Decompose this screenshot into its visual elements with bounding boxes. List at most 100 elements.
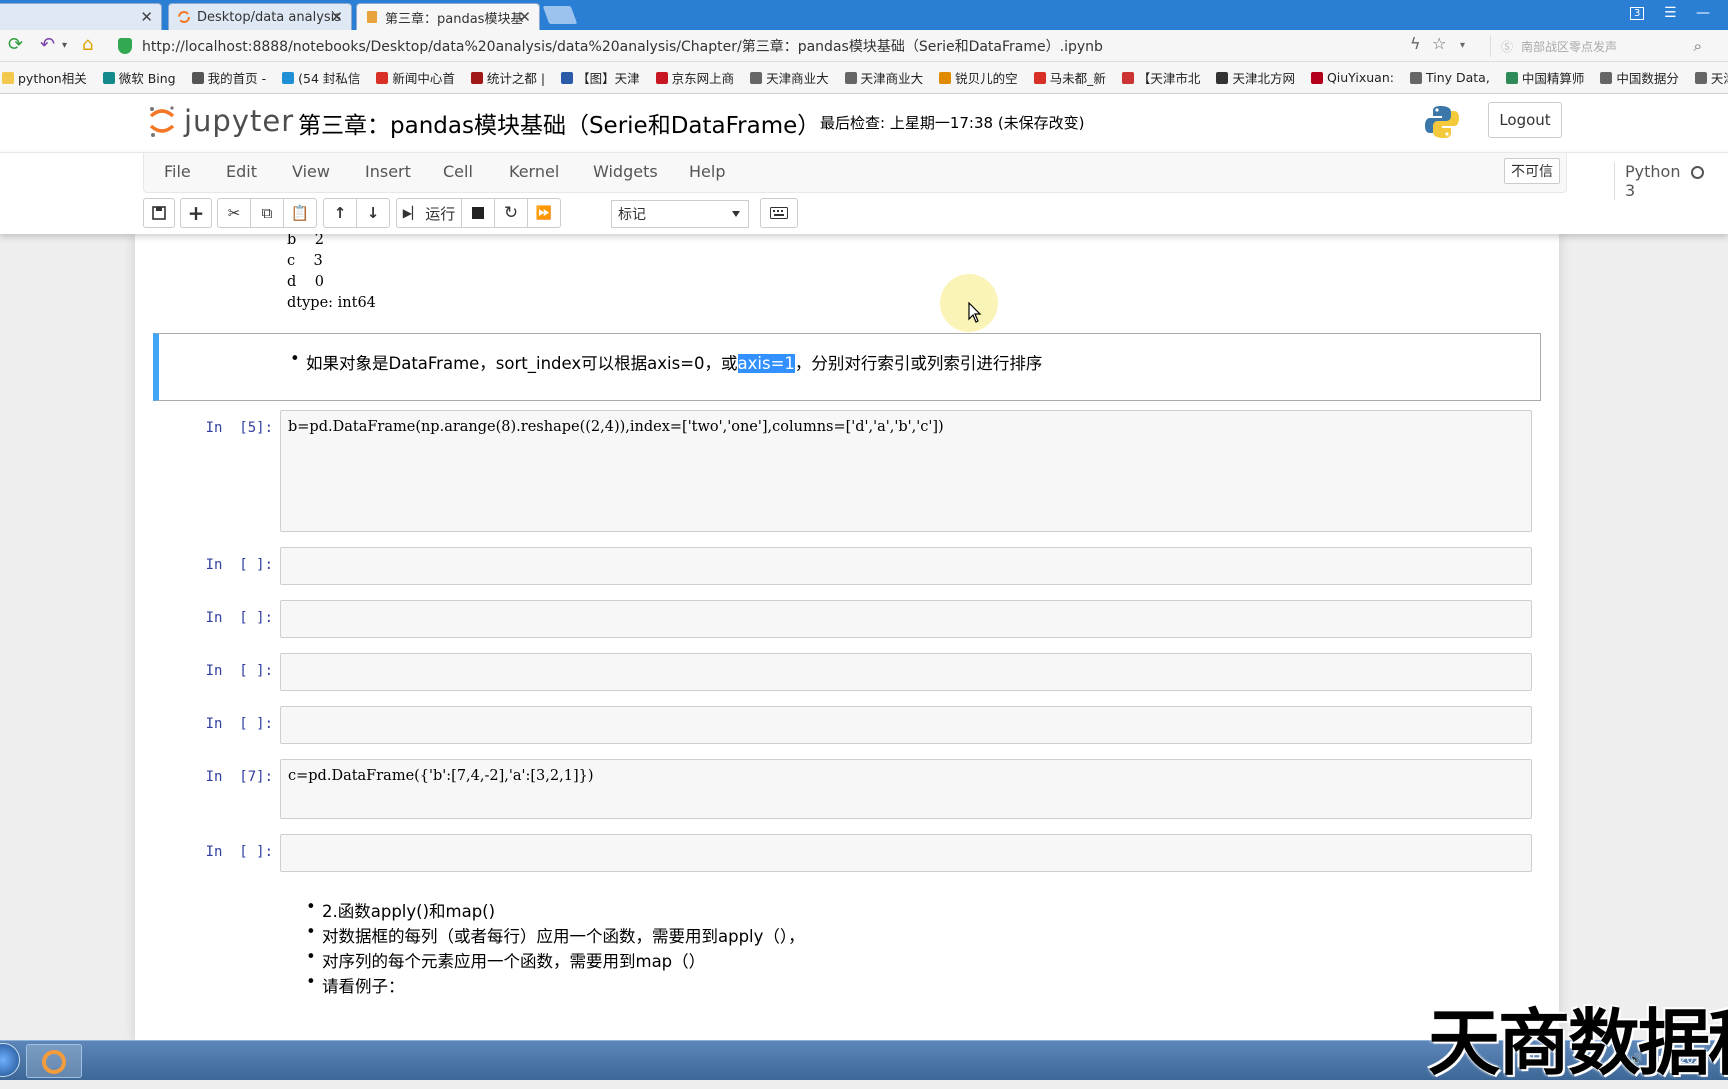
close-icon[interactable]: ✕ bbox=[140, 8, 153, 26]
menu-help[interactable]: Help bbox=[689, 162, 725, 181]
cut-button[interactable]: ✂ bbox=[217, 198, 251, 228]
bookmark-favicon-icon bbox=[1694, 71, 1707, 84]
menu-widgets[interactable]: Widgets bbox=[593, 162, 658, 181]
menu-cell[interactable]: Cell bbox=[443, 162, 473, 181]
home-icon[interactable]: ⌂ bbox=[82, 34, 93, 55]
back-icon[interactable]: ↶ bbox=[40, 34, 55, 55]
bookmark-item[interactable]: 天津市房 bbox=[1694, 68, 1728, 87]
notebook-site[interactable]: b 2 c 3 d 0 dtype: int64 如果对象是DataFrame，… bbox=[0, 234, 1728, 1040]
bookmark-item[interactable]: 微软 Bing bbox=[102, 68, 176, 87]
copy-button[interactable]: ⧉ bbox=[250, 198, 284, 228]
notebook-container: b 2 c 3 d 0 dtype: int64 如果对象是DataFrame，… bbox=[135, 234, 1559, 1040]
code-editor[interactable] bbox=[280, 600, 1532, 638]
tab-label: 第三章：pandas模块基 bbox=[385, 11, 524, 27]
close-icon[interactable]: ✕ bbox=[518, 8, 531, 26]
bookmark-item[interactable]: 中国精算师 bbox=[1505, 68, 1584, 87]
markdown-list-item: 2.函数apply()和map() bbox=[306, 897, 495, 922]
bookmark-favicon-icon bbox=[1216, 71, 1229, 84]
start-button[interactable] bbox=[0, 1043, 20, 1077]
bookmark-item[interactable]: 天津北方网 bbox=[1216, 68, 1295, 87]
bookmark-favicon-icon bbox=[2, 71, 14, 84]
cell-type-select[interactable]: 标记 bbox=[611, 200, 749, 228]
taskbar-browser-button[interactable] bbox=[26, 1044, 82, 1078]
bookmark-item[interactable]: 京东网上商 bbox=[655, 68, 734, 87]
notebook-title[interactable]: 第三章：pandas模块基础（Serie和DataFrame） bbox=[298, 106, 820, 140]
chevron-down-icon[interactable]: ▾ bbox=[1460, 40, 1465, 51]
browser-tab-previous[interactable]: ✕ bbox=[0, 3, 162, 30]
bookmark-label: 马未都_新 bbox=[1049, 71, 1106, 86]
code-editor[interactable] bbox=[280, 653, 1532, 691]
bookmark-item[interactable]: python相关 bbox=[2, 68, 87, 87]
refresh-icon[interactable]: ⟳ bbox=[8, 34, 23, 55]
menu-edit[interactable]: Edit bbox=[226, 162, 257, 181]
star-icon[interactable]: ☆ bbox=[1432, 34, 1446, 53]
bookmark-label: 【天津市北 bbox=[1137, 71, 1201, 86]
search-field[interactable]: Ⓢ 南部战区零点发声 ⌕ bbox=[1490, 35, 1710, 57]
code-editor[interactable] bbox=[280, 706, 1532, 744]
paste-button[interactable]: 📋 bbox=[283, 198, 317, 228]
code-editor[interactable] bbox=[280, 547, 1532, 585]
code-editor[interactable] bbox=[280, 834, 1532, 872]
bookmark-label: 我的首页 - bbox=[207, 71, 267, 86]
bookmark-item[interactable]: 【天津市北 bbox=[1121, 68, 1201, 87]
browser-tab-bar: ✕ Desktop/data analysis ✕ 第三章：pandas模块基 … bbox=[0, 0, 1728, 30]
bookmark-item[interactable]: 马未都_新 bbox=[1033, 68, 1106, 87]
move-up-button[interactable]: ↑ bbox=[323, 198, 357, 228]
browser-tab-desktop[interactable]: Desktop/data analysis ✕ bbox=[168, 3, 352, 30]
code-text: b=pd.DataFrame(np.arange(8).reshape((2,4… bbox=[288, 419, 944, 435]
code-editor[interactable]: c=pd.DataFrame({'b':[7,4,-2],'a':[3,2,1]… bbox=[280, 759, 1532, 819]
restart-button[interactable]: ↻ bbox=[494, 198, 528, 228]
bookmark-item[interactable]: 新闻中心首 bbox=[376, 68, 455, 87]
jupyter-logo[interactable]: jupyter bbox=[148, 104, 294, 138]
close-icon[interactable]: ✕ bbox=[330, 8, 343, 26]
bookmark-favicon-icon bbox=[191, 71, 204, 84]
menu-icon[interactable]: ☰ bbox=[1664, 5, 1677, 21]
interrupt-button[interactable] bbox=[461, 198, 495, 228]
bookmarks-bar: python相关 微软 Bing 我的首页 - (54 封私信 新闻中心首 统计之都 | 【… bbox=[0, 62, 1728, 94]
selected-text: axis=1 bbox=[737, 354, 795, 373]
bookmark-item[interactable]: 锐贝儿的空 bbox=[939, 68, 1018, 87]
restart-run-all-button[interactable]: ⏩ bbox=[527, 198, 561, 228]
bookmark-item[interactable]: 统计之都 | bbox=[470, 68, 545, 87]
menu-view[interactable]: View bbox=[292, 162, 330, 181]
move-down-button[interactable]: ↓ bbox=[356, 198, 390, 228]
trust-indicator[interactable]: 不可信 bbox=[1504, 158, 1560, 184]
bookmark-favicon-icon bbox=[1505, 71, 1518, 84]
save-button[interactable] bbox=[143, 198, 175, 228]
menu-file[interactable]: File bbox=[164, 162, 191, 181]
search-icon[interactable]: ⌕ bbox=[1694, 37, 1702, 55]
menu-insert[interactable]: Insert bbox=[365, 162, 411, 181]
bookmark-item[interactable]: 天津商业大 bbox=[844, 68, 923, 87]
markdown-cell-selected[interactable]: 如果对象是DataFrame，sort_index可以根据axis=0，或axi… bbox=[153, 333, 1541, 401]
cell-prompt: In [7]: bbox=[205, 769, 273, 785]
insert-cell-button[interactable]: + bbox=[180, 198, 212, 228]
bookmark-item[interactable]: 中国数据分 bbox=[1600, 68, 1679, 87]
bookmark-item[interactable]: (54 封私信 bbox=[282, 68, 360, 87]
code-editor[interactable]: b=pd.DataFrame(np.arange(8).reshape((2,4… bbox=[280, 410, 1532, 532]
kernel-name[interactable]: Python 3 bbox=[1614, 162, 1680, 200]
lightning-icon[interactable]: ϟ bbox=[1410, 34, 1421, 53]
markdown-list-item: 如果对象是DataFrame，sort_index可以根据axis=0，或axi… bbox=[290, 349, 1042, 374]
minimize-icon[interactable]: — bbox=[1696, 5, 1710, 21]
copy-icon: ⧉ bbox=[261, 204, 273, 222]
url-text: http://localhost:8888/notebooks/Desktop/… bbox=[142, 39, 1103, 55]
logout-button[interactable]: Logout bbox=[1488, 102, 1562, 138]
command-palette-button[interactable] bbox=[760, 198, 798, 228]
url-field[interactable]: http://localhost:8888/notebooks/Desktop/… bbox=[118, 34, 1488, 58]
bookmark-item[interactable]: 天津商业大 bbox=[750, 68, 829, 87]
tab-counter-badge[interactable]: 3 bbox=[1630, 7, 1645, 20]
bookmark-item[interactable]: Tiny Data, bbox=[1409, 70, 1490, 85]
keyboard-icon bbox=[770, 207, 788, 219]
tab-label: Desktop/data analysis bbox=[197, 9, 342, 25]
browser-tab-notebook[interactable]: 第三章：pandas模块基 ✕ bbox=[356, 3, 540, 30]
clipboard-icon: 📋 bbox=[290, 204, 310, 222]
bookmark-favicon-icon bbox=[1409, 71, 1422, 84]
menu-kernel[interactable]: Kernel bbox=[509, 162, 559, 181]
run-button[interactable]: ▶▏ 运行 bbox=[396, 198, 462, 228]
bookmark-item[interactable]: 我的首页 - bbox=[191, 68, 267, 87]
new-tab-button[interactable] bbox=[542, 6, 578, 24]
bookmark-item[interactable]: 【图】天津 bbox=[561, 68, 640, 87]
bookmark-item[interactable]: QiuYixuan: bbox=[1310, 70, 1394, 85]
chevron-down-icon[interactable]: ▾ bbox=[62, 40, 67, 51]
bookmark-favicon-icon bbox=[376, 71, 389, 84]
